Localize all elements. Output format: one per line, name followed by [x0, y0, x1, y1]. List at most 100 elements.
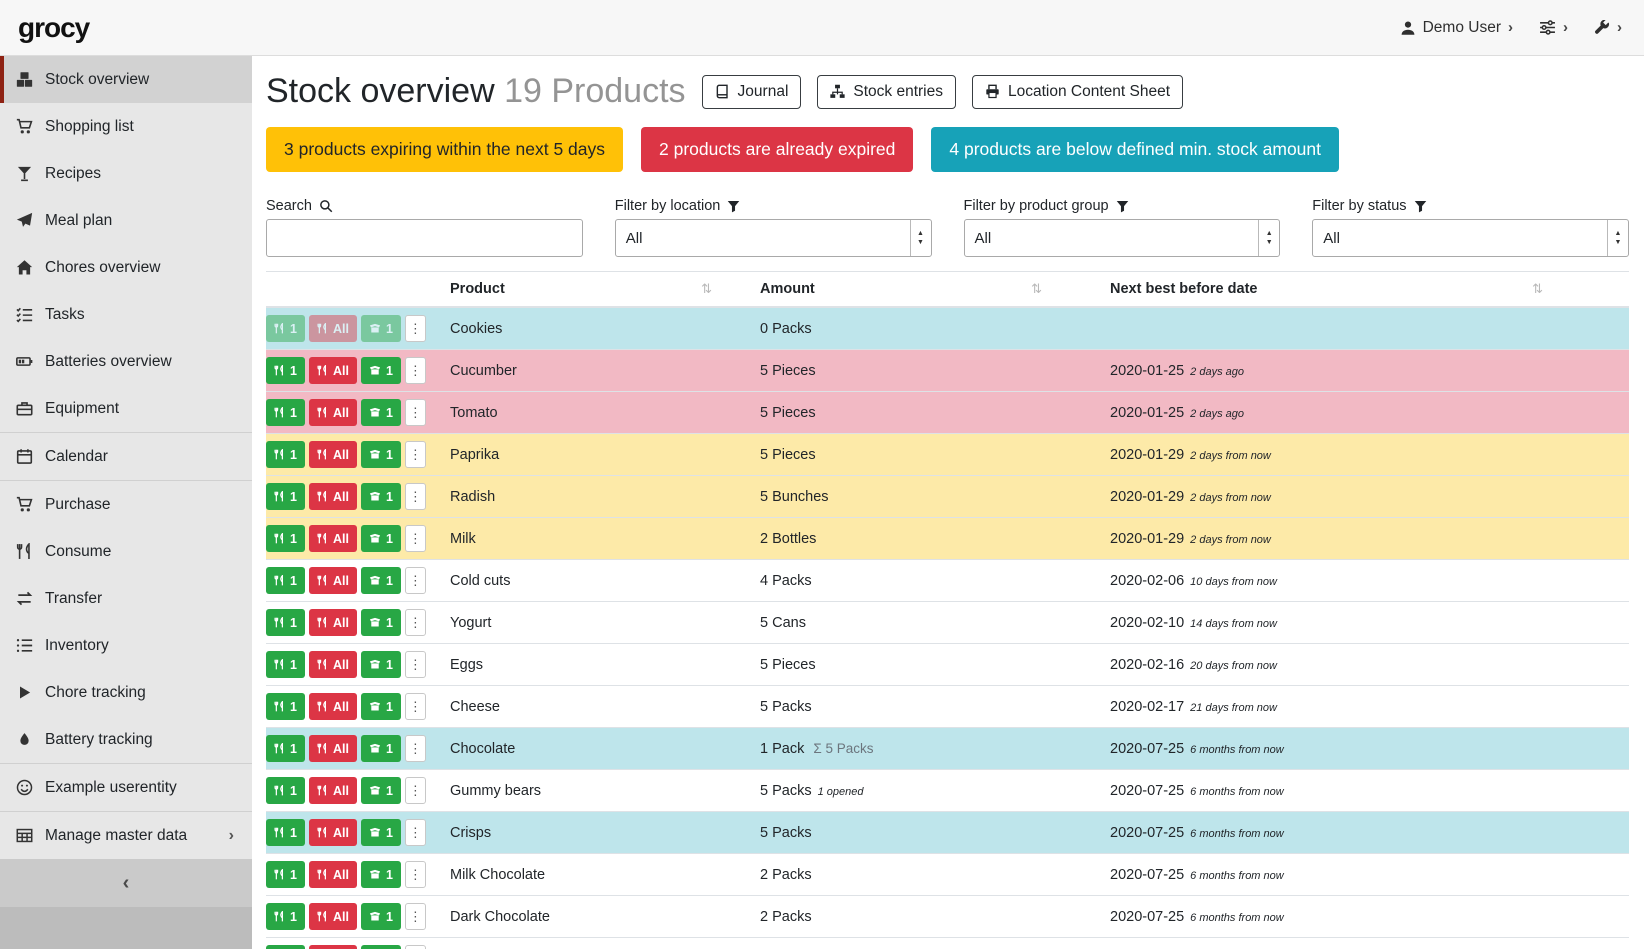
product-column-header[interactable]: Product⇅	[442, 272, 752, 308]
consume-all-button[interactable]: All	[309, 693, 357, 720]
row-menu-button[interactable]: ⋮	[405, 525, 426, 552]
row-menu-button[interactable]: ⋮	[405, 861, 426, 888]
consume-all-button[interactable]: All	[309, 819, 357, 846]
sidebar-item-tasks[interactable]: Tasks	[0, 291, 252, 338]
consume-one-button[interactable]: 1	[266, 357, 305, 384]
consume-all-button[interactable]: All	[309, 945, 357, 949]
open-one-button[interactable]: 1	[361, 567, 401, 594]
consume-all-button[interactable]: All	[309, 483, 357, 510]
journal-button[interactable]: Journal	[702, 75, 802, 109]
consume-all-button[interactable]: All	[309, 861, 357, 888]
row-menu-button[interactable]: ⋮	[405, 903, 426, 930]
sidebar-item-stock-overview[interactable]: Stock overview	[0, 56, 252, 103]
consume-all-button[interactable]: All	[309, 441, 357, 468]
row-menu-button[interactable]: ⋮	[405, 483, 426, 510]
open-one-button[interactable]: 1	[361, 903, 401, 930]
consume-all-button[interactable]: All	[309, 777, 357, 804]
consume-one-button[interactable]: 1	[266, 441, 305, 468]
open-one-button[interactable]: 1	[361, 525, 401, 552]
open-one-button[interactable]: 1	[361, 357, 401, 384]
consume-all-button[interactable]: All	[309, 399, 357, 426]
consume-one-button[interactable]: 1	[266, 777, 305, 804]
open-one-button[interactable]: 1	[361, 861, 401, 888]
status-banner[interactable]: 2 products are already expired	[641, 127, 913, 172]
admin-menu[interactable]: ›	[1594, 19, 1622, 36]
app-logo[interactable]: grocy	[18, 12, 89, 44]
sidebar-collapse-button[interactable]: ‹	[0, 859, 252, 907]
settings-menu[interactable]: ›	[1539, 19, 1568, 36]
consume-all-button[interactable]: All	[309, 903, 357, 930]
stock-entries-button[interactable]: Stock entries	[817, 75, 956, 109]
consume-one-button[interactable]: 1	[266, 651, 305, 678]
consume-one-button[interactable]: 1	[266, 735, 305, 762]
open-one-button[interactable]: 1	[361, 315, 401, 342]
sidebar-item-meal-plan[interactable]: Meal plan	[0, 197, 252, 244]
consume-one-button[interactable]: 1	[266, 399, 305, 426]
sidebar-item-consume[interactable]: Consume	[0, 528, 252, 575]
consume-one-button[interactable]: 1	[266, 945, 305, 949]
open-one-button[interactable]: 1	[361, 777, 401, 804]
row-menu-button[interactable]: ⋮	[405, 441, 426, 468]
status-select[interactable]: All ▲▼	[1312, 219, 1629, 257]
sidebar-item-manage-master-data[interactable]: Manage master data ›	[0, 812, 252, 859]
user-menu[interactable]: Demo User ›	[1400, 19, 1513, 37]
sort-icon[interactable]: ⇅	[1532, 281, 1543, 297]
row-menu-button[interactable]: ⋮	[405, 735, 426, 762]
sidebar-item-equipment[interactable]: Equipment	[0, 385, 252, 432]
open-one-button[interactable]: 1	[361, 945, 401, 949]
consume-all-button[interactable]: All	[309, 651, 357, 678]
open-one-button[interactable]: 1	[361, 609, 401, 636]
sidebar-item-inventory[interactable]: Inventory	[0, 622, 252, 669]
consume-one-button[interactable]: 1	[266, 861, 305, 888]
sidebar-item-chores-overview[interactable]: Chores overview	[0, 244, 252, 291]
status-banner[interactable]: 3 products expiring within the next 5 da…	[266, 127, 623, 172]
open-one-button[interactable]: 1	[361, 483, 401, 510]
sidebar-item-purchase[interactable]: Purchase	[0, 481, 252, 528]
open-one-button[interactable]: 1	[361, 693, 401, 720]
amount-column-header[interactable]: Amount⇅	[752, 272, 1102, 308]
consume-one-button[interactable]: 1	[266, 567, 305, 594]
open-one-button[interactable]: 1	[361, 399, 401, 426]
consume-one-button[interactable]: 1	[266, 903, 305, 930]
row-menu-button[interactable]: ⋮	[405, 693, 426, 720]
sidebar-item-calendar[interactable]: Calendar	[0, 433, 252, 480]
open-one-button[interactable]: 1	[361, 735, 401, 762]
row-menu-button[interactable]: ⋮	[405, 315, 426, 342]
sort-icon[interactable]: ⇅	[1031, 281, 1042, 297]
sidebar-item-recipes[interactable]: Recipes	[0, 150, 252, 197]
sort-icon[interactable]: ⇅	[701, 281, 712, 297]
consume-one-button[interactable]: 1	[266, 315, 305, 342]
status-banner[interactable]: 4 products are below defined min. stock …	[931, 127, 1339, 172]
row-menu-button[interactable]: ⋮	[405, 357, 426, 384]
open-one-button[interactable]: 1	[361, 441, 401, 468]
consume-all-button[interactable]: All	[309, 567, 357, 594]
consume-all-button[interactable]: All	[309, 735, 357, 762]
consume-all-button[interactable]: All	[309, 525, 357, 552]
location-select[interactable]: All ▲▼	[615, 219, 932, 257]
row-menu-button[interactable]: ⋮	[405, 945, 426, 949]
consume-all-button[interactable]: All	[309, 357, 357, 384]
sidebar-item-chore-tracking[interactable]: Chore tracking	[0, 669, 252, 716]
row-menu-button[interactable]: ⋮	[405, 651, 426, 678]
consume-one-button[interactable]: 1	[266, 483, 305, 510]
open-one-button[interactable]: 1	[361, 651, 401, 678]
sidebar-item-batteries-overview[interactable]: Batteries overview	[0, 338, 252, 385]
consume-all-button[interactable]: All	[309, 609, 357, 636]
row-menu-button[interactable]: ⋮	[405, 399, 426, 426]
consume-one-button[interactable]: 1	[266, 525, 305, 552]
row-menu-button[interactable]: ⋮	[405, 609, 426, 636]
sidebar-item-transfer[interactable]: Transfer	[0, 575, 252, 622]
row-menu-button[interactable]: ⋮	[405, 567, 426, 594]
open-one-button[interactable]: 1	[361, 819, 401, 846]
consume-one-button[interactable]: 1	[266, 609, 305, 636]
sidebar-item-shopping-list[interactable]: Shopping list	[0, 103, 252, 150]
location-content-sheet-button[interactable]: Location Content Sheet	[972, 75, 1183, 109]
consume-one-button[interactable]: 1	[266, 693, 305, 720]
row-menu-button[interactable]: ⋮	[405, 819, 426, 846]
sidebar-item-example-userentity[interactable]: Example userentity	[0, 764, 252, 811]
product-group-select[interactable]: All ▲▼	[964, 219, 1281, 257]
date-column-header[interactable]: Next best before date⇅	[1102, 272, 1629, 308]
row-menu-button[interactable]: ⋮	[405, 777, 426, 804]
search-input[interactable]	[266, 219, 583, 257]
consume-one-button[interactable]: 1	[266, 819, 305, 846]
